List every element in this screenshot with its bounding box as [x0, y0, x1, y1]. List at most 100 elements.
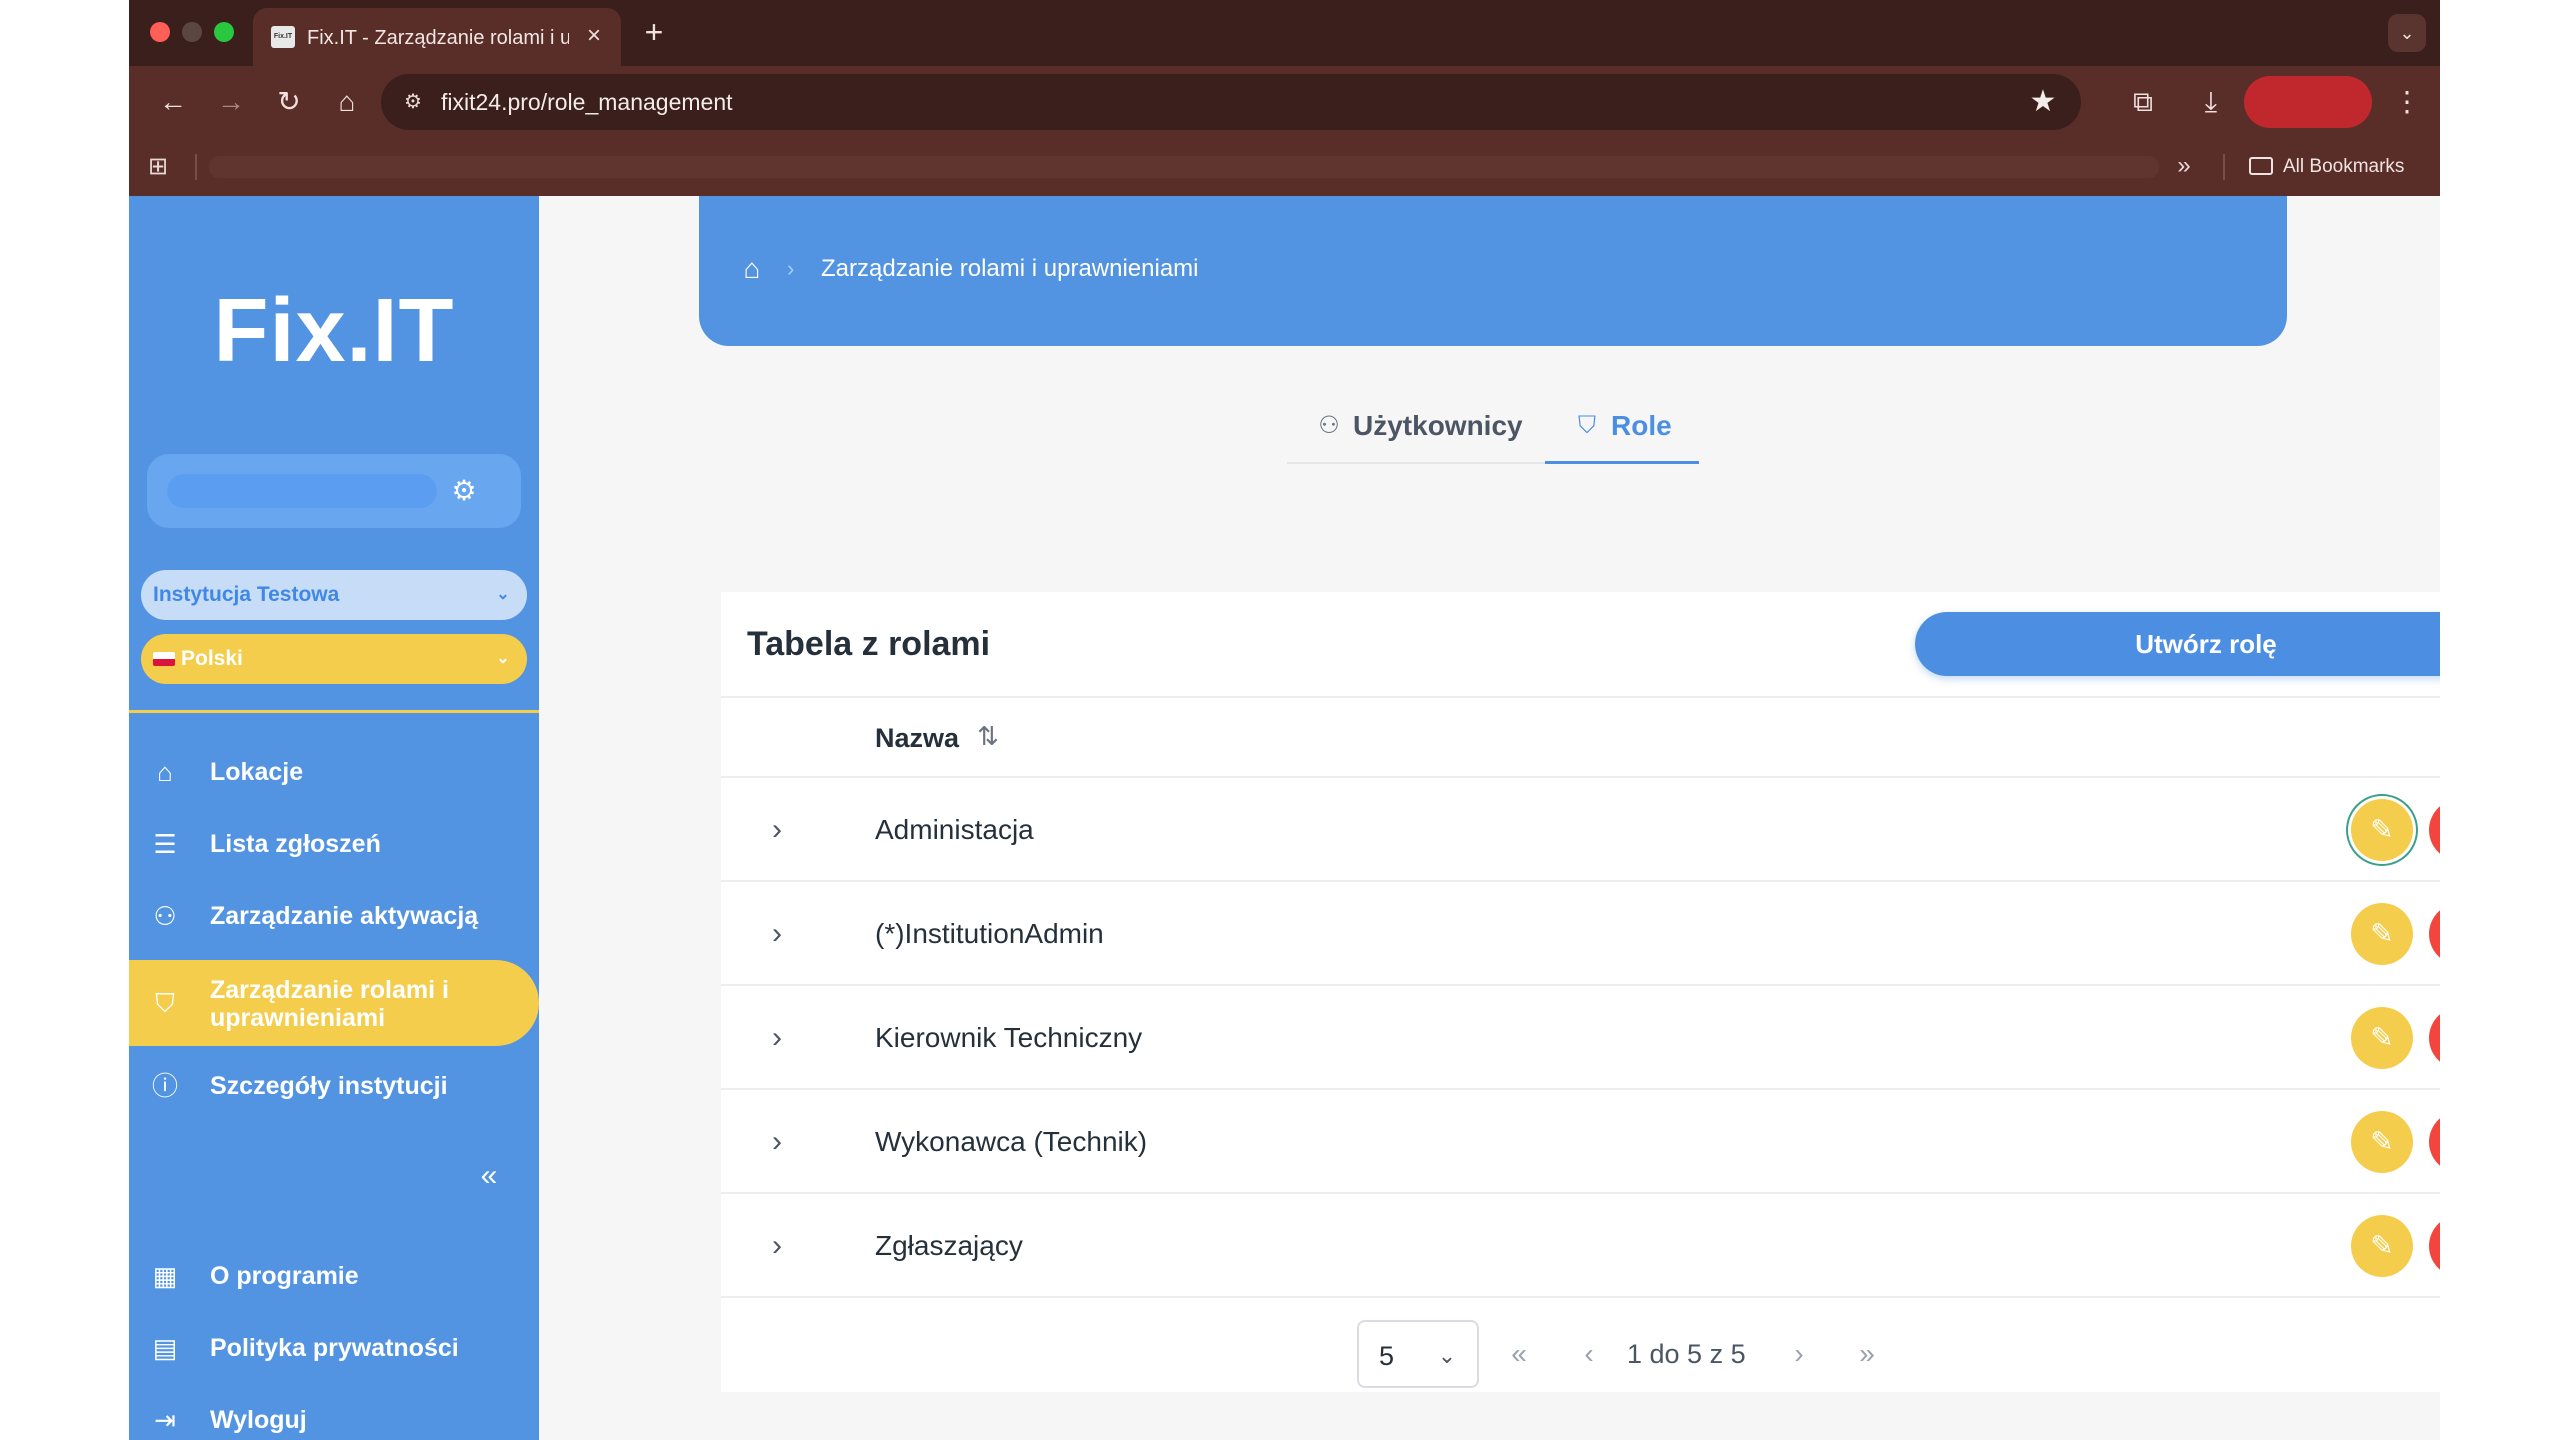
sidebar-item-logout[interactable]: ⇥ Wyloguj — [129, 1388, 539, 1440]
expand-chevron-icon[interactable]: › — [757, 1226, 797, 1266]
minimize-window-button[interactable] — [182, 22, 202, 42]
expand-chevron-icon[interactable]: › — [757, 1122, 797, 1162]
screen: Fix.IT Fix.IT - Zarządzanie rolami i u ×… — [0, 0, 2560, 1440]
close-window-button[interactable] — [150, 22, 170, 42]
maximize-window-button[interactable] — [214, 22, 234, 42]
user-card[interactable]: ⚙ — [147, 454, 521, 528]
table-row: › (*)InstitutionAdmin ✎ ✕ — [721, 882, 2440, 986]
extensions-icon[interactable]: ⧉ — [2123, 82, 2163, 122]
column-header-name[interactable]: Nazwa — [875, 718, 959, 758]
home-icon[interactable]: ⌂ — [327, 82, 367, 122]
sort-icon[interactable]: ⇅ — [973, 716, 1003, 756]
sidebar-item-institution-details[interactable]: ⓘ Szczegóły instytucji — [129, 1054, 539, 1118]
delete-role-button[interactable]: ✕ — [2429, 903, 2440, 965]
language-select[interactable]: Polski ⌄ — [141, 634, 527, 684]
expand-chevron-icon[interactable]: › — [757, 914, 797, 954]
new-tab-icon[interactable]: + — [635, 14, 673, 52]
url-text[interactable]: fixit24.pro/role_management — [441, 86, 733, 118]
chevron-down-icon: ⌄ — [496, 650, 510, 667]
role-name: (*)InstitutionAdmin — [875, 918, 1104, 949]
pencil-icon: ✎ — [2370, 918, 2394, 949]
page-size-select[interactable]: 5 ⌄ — [1357, 1320, 1479, 1388]
browser-window: Fix.IT Fix.IT - Zarządzanie rolami i u ×… — [129, 0, 2440, 1440]
bookmarks-list[interactable] — [209, 156, 2159, 178]
institution-select[interactable]: Instytucja Testowa ⌄ — [141, 570, 527, 620]
sidebar-item-roles[interactable]: ⛉ Zarządzanie rolami i uprawnieniami — [129, 960, 539, 1046]
expand-chevron-icon[interactable]: › — [757, 1018, 797, 1058]
last-page-icon[interactable]: » — [1849, 1334, 1885, 1374]
edit-role-button[interactable]: ✎ — [2351, 799, 2413, 861]
table-title: Tabela z rolami — [747, 625, 991, 663]
edit-role-button[interactable]: ✎ — [2351, 1007, 2413, 1069]
favicon-icon: Fix.IT — [271, 26, 295, 48]
sidebar-item-privacy[interactable]: ▤ Polityka prywatności — [129, 1316, 539, 1380]
back-arrow-icon[interactable]: ← — [153, 82, 193, 122]
role-name: Wykonawca (Technik) — [875, 1126, 1148, 1157]
forward-arrow-icon[interactable]: → — [211, 82, 251, 122]
page-range-text: 1 do 5 z 5 — [1627, 1339, 1746, 1369]
table-header-row: Nazwa ⇅ — [721, 696, 2440, 778]
shield-icon: ⛉ — [155, 988, 175, 1018]
home-icon: ⌂ — [157, 757, 173, 787]
table-row: › Zgłaszający ✎ ✕ — [721, 1194, 2440, 1298]
address-bar[interactable]: ⚙ fixit24.pro/role_management ★ — [381, 74, 2081, 130]
previous-page-icon[interactable]: ‹ — [1571, 1334, 1607, 1374]
create-role-button[interactable]: Utwórz rolę — [1915, 612, 2440, 676]
sidebar-item-label: Zarządzanie aktywacją — [210, 902, 479, 930]
role-name: Kierownik Techniczny — [875, 1022, 1143, 1053]
sidebar-item-label: Lokacje — [210, 758, 304, 786]
home-icon[interactable]: ⌂ — [737, 254, 767, 284]
delete-role-button[interactable]: ✕ — [2429, 799, 2440, 861]
next-page-icon[interactable]: › — [1781, 1334, 1817, 1374]
tab-label: Użytkownicy — [1353, 410, 1523, 441]
chevron-right-icon: › — [787, 256, 795, 281]
polish-flag-icon — [153, 652, 175, 666]
institution-select-value: Instytucja Testowa — [153, 583, 340, 606]
delete-role-button[interactable]: ✕ — [2429, 1215, 2440, 1277]
pagination: 5 ⌄ « ‹ 1 do 5 z 5 › » — [721, 1302, 2440, 1392]
sidebar-item-tickets[interactable]: ☰ Lista zgłoszeń — [129, 812, 539, 876]
gear-icon[interactable]: ⚙ — [447, 474, 481, 508]
sidebar: Fix.IT ⚙ Instytucja Testowa ⌄ Polski ⌄ ⌂… — [129, 196, 539, 1440]
users-icon: ⚇ — [1318, 412, 1340, 439]
sidebar-item-activation[interactable]: ⚇ Zarządzanie aktywacją — [129, 884, 539, 948]
user-name — [167, 474, 437, 508]
browser-tab-strip: Fix.IT Fix.IT - Zarządzanie rolami i u ×… — [129, 0, 2440, 66]
tab-roles[interactable]: ⛉ Role — [1545, 392, 1699, 464]
pencil-icon: ✎ — [2370, 1230, 2394, 1261]
table-row: › Wykonawca (Technik) ✎ ✕ — [721, 1090, 2440, 1194]
logout-icon: ⇥ — [154, 1405, 176, 1435]
profile-avatar[interactable] — [2244, 76, 2372, 128]
first-page-icon[interactable]: « — [1501, 1334, 1537, 1374]
tab-users[interactable]: ⚇ Użytkownicy — [1287, 392, 1545, 464]
tab-search-chevron-icon[interactable]: ⌄ — [2388, 14, 2426, 52]
apps-grid-icon[interactable]: ⊞ — [143, 152, 173, 182]
more-bookmarks-icon[interactable]: » — [2169, 150, 2199, 182]
sidebar-item-label: Zarządzanie rolami i uprawnieniami — [210, 976, 449, 1032]
bookmark-star-icon[interactable]: ★ — [2025, 84, 2061, 120]
site-settings-icon[interactable]: ⚙ — [397, 86, 429, 118]
more-menu-icon[interactable]: ⋮ — [2387, 82, 2427, 122]
edit-role-button[interactable]: ✎ — [2351, 1111, 2413, 1173]
download-icon[interactable]: ⤓ — [2191, 82, 2231, 122]
tab-bar: ⚇ Użytkownicy ⛉ Role — [1287, 392, 1699, 464]
reload-icon[interactable]: ↻ — [269, 82, 309, 122]
app-logo: Fix.IT — [213, 281, 455, 381]
sidebar-item-label: Wyloguj — [210, 1406, 307, 1434]
edit-role-button[interactable]: ✎ — [2351, 903, 2413, 965]
users-icon: ⚇ — [153, 901, 177, 931]
sidebar-item-locations[interactable]: ⌂ Lokacje — [129, 740, 539, 804]
delete-role-button[interactable]: ✕ — [2429, 1007, 2440, 1069]
edit-role-button[interactable]: ✎ — [2351, 1215, 2413, 1277]
browser-tab-active[interactable]: Fix.IT Fix.IT - Zarządzanie rolami i u × — [253, 8, 621, 66]
expand-chevron-icon[interactable]: › — [757, 810, 797, 850]
pencil-icon: ✎ — [2370, 1126, 2394, 1157]
delete-role-button[interactable]: ✕ — [2429, 1111, 2440, 1173]
bookmarks-divider — [2223, 154, 2225, 180]
sidebar-item-label: Szczegóły instytucji — [210, 1072, 448, 1100]
collapse-sidebar-icon[interactable]: « — [471, 1158, 507, 1194]
all-bookmarks-button[interactable]: All Bookmarks — [2249, 152, 2404, 182]
close-tab-icon[interactable]: × — [579, 21, 609, 51]
sidebar-item-about[interactable]: ▦ O programie — [129, 1244, 539, 1308]
bookmarks-bar: ⊞ » All Bookmarks — [129, 138, 2440, 196]
